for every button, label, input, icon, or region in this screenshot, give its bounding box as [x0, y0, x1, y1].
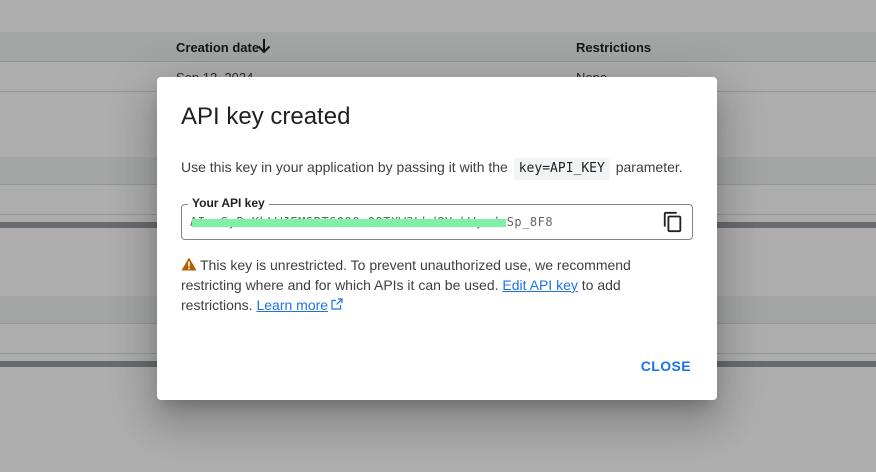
api-key-label: Your API key: [188, 196, 269, 210]
api-key-dialog: API key created Use this key in your app…: [157, 77, 717, 400]
external-link-icon[interactable]: [331, 298, 343, 310]
dialog-title: API key created: [181, 103, 351, 130]
learn-more-link[interactable]: Learn more: [256, 297, 328, 313]
dialog-description: Use this key in your application by pass…: [181, 157, 683, 180]
edit-api-key-link[interactable]: Edit API key: [502, 277, 577, 293]
close-button[interactable]: CLOSE: [641, 358, 691, 374]
redaction-overlay: [192, 219, 506, 227]
unrestricted-warning: This key is unrestricted. To prevent una…: [181, 255, 681, 315]
description-text-end: parameter.: [615, 159, 683, 175]
description-text: Use this key in your application by pass…: [181, 159, 508, 175]
warning-icon: [181, 257, 197, 271]
api-key-field[interactable]: Your API key AIzaSyBwKhLWJEMSBTGQQ0vQOTX…: [181, 196, 693, 240]
copy-icon[interactable]: [662, 211, 684, 233]
code-snippet: key=API_KEY: [513, 158, 610, 180]
